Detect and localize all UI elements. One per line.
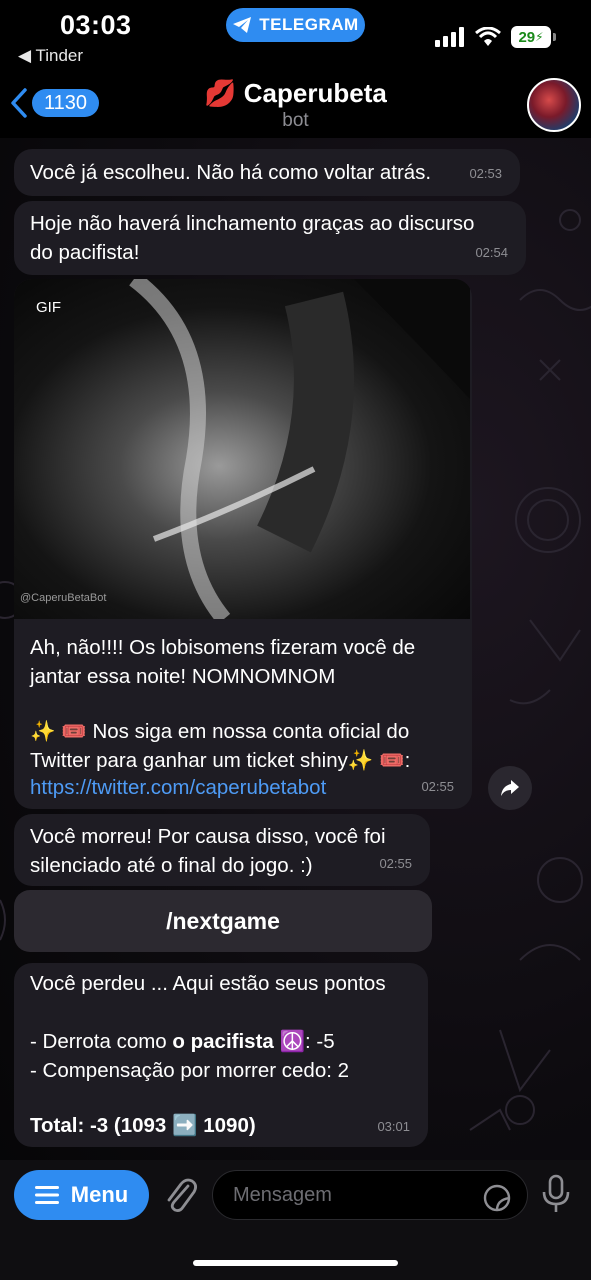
result-line-defeat: - Derrota como o pacifista ☮️: -5 (30, 1027, 335, 1056)
result-total: Total: -3 (1093 ➡️ 1090) (30, 1114, 256, 1137)
message-input-placeholder: Mensagem (233, 1183, 332, 1206)
message-time: 02:55 (421, 779, 454, 794)
gif-caption-text: Ah, não!!!! Os lobisomens fizeram você d… (30, 636, 416, 688)
message-time: 03:01 (377, 1119, 410, 1134)
message-text: Hoje não haverá linchamento graças ao di… (30, 212, 475, 264)
bot-avatar[interactable] (527, 78, 581, 132)
message-time: 02:53 (469, 166, 502, 181)
sticker-icon (483, 1184, 511, 1212)
message-time: 02:55 (379, 856, 412, 871)
promo-text: ✨ 🎟️ Nos siga em nossa conta oficial do … (30, 720, 411, 772)
gif-media[interactable]: GIF @CaperuBetaBot (14, 279, 470, 619)
forward-button[interactable] (488, 766, 532, 810)
paper-plane-icon (233, 17, 252, 33)
message-time: 02:54 (475, 245, 508, 260)
message-bubble[interactable]: Você morreu! Por causa disso, você foi s… (14, 814, 430, 886)
charging-icon: ⚡ (535, 30, 544, 44)
status-icons: 29 ⚡ (435, 26, 556, 48)
message-bubble[interactable]: Você já escolheu. Não há como voltar atr… (14, 149, 520, 196)
attach-button[interactable] (162, 1174, 198, 1219)
battery-icon: 29 ⚡ (511, 26, 556, 48)
result-role: o pacifista ☮️ (172, 1030, 306, 1053)
gif-frame (129, 279, 470, 619)
home-indicator (193, 1260, 398, 1266)
twitter-link[interactable]: https://twitter.com/caperubetabot (30, 773, 326, 802)
result-title: Você perdeu ... Aqui estão seus pontos (30, 972, 386, 995)
result-line-compensation: - Compensação por morrer cedo: 2 (30, 1059, 350, 1082)
status-bar: 03:03 ◀ Tinder TELEGRAM 29 ⚡ (0, 0, 591, 72)
sticker-button[interactable] (483, 1184, 511, 1218)
bot-menu-button[interactable]: Menu (14, 1170, 149, 1220)
microphone-icon (542, 1174, 570, 1212)
chat-header: 1130 💋 Caperubeta bot (0, 72, 591, 138)
signal-icon (435, 27, 464, 47)
chat-subtitle: bot (282, 110, 309, 131)
hamburger-icon (34, 1186, 59, 1204)
input-bar: Menu Mensagem (0, 1160, 591, 1280)
chat-title-text: Caperubeta (243, 78, 387, 108)
lips-emoji-icon: 💋 (204, 78, 237, 108)
paperclip-icon (167, 1178, 197, 1212)
menu-label: Menu (70, 1182, 129, 1207)
back-to-app-link[interactable]: ◀ Tinder (18, 46, 83, 66)
message-bubble[interactable]: Você perdeu ... Aqui estão seus pontos -… (14, 963, 428, 1147)
battery-level: 29 (518, 28, 536, 46)
message-input[interactable]: Mensagem (212, 1170, 528, 1220)
gif-watermark: @CaperuBetaBot (20, 592, 107, 604)
message-bubble[interactable]: Hoje não haverá linchamento graças ao di… (14, 201, 526, 275)
clock: 03:03 (60, 10, 132, 40)
telegram-pill-label: TELEGRAM (259, 15, 359, 34)
nextgame-command-button[interactable]: /nextgame (14, 890, 432, 952)
result-defeat-prefix: - Derrota como (30, 1030, 173, 1053)
result-defeat-points: : -5 (305, 1030, 335, 1053)
gif-message-bubble[interactable]: GIF @CaperuBetaBot Ah, não!!!! Os lobiso… (14, 279, 472, 809)
microphone-button[interactable] (540, 1174, 572, 1219)
chat-title[interactable]: 💋 Caperubeta (0, 78, 591, 109)
gif-label: GIF (36, 299, 61, 316)
message-text: Você já escolheu. Não há como voltar atr… (30, 161, 432, 184)
wifi-icon (475, 27, 501, 46)
telegram-pill[interactable]: TELEGRAM (226, 8, 365, 42)
message-text: Você morreu! Por causa disso, você foi s… (30, 825, 386, 877)
forward-arrow-icon (501, 780, 519, 796)
